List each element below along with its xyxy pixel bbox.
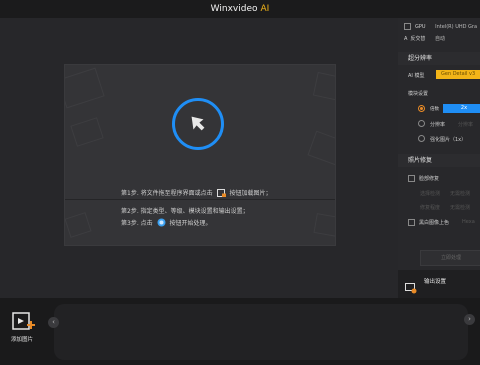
face-repair-checkbox[interactable] — [408, 175, 415, 182]
resolution-value[interactable]: 分辨率 — [458, 121, 473, 128]
output-settings-panel[interactable]: 输出设置 — [398, 270, 480, 298]
repair-level-label: 修复程度 — [420, 205, 441, 211]
app-title-ai: AI — [260, 4, 270, 14]
resolution-label: 分辨率 — [430, 122, 446, 128]
backend-icon: A — [404, 36, 408, 42]
gpu-checkbox[interactable] — [404, 23, 411, 30]
colorize-value[interactable]: Hexa — [462, 219, 475, 225]
ai-model-select[interactable]: Gen Detail v3 — [436, 70, 480, 79]
app-title: Winxvideo — [210, 4, 258, 14]
resolution-radio[interactable] — [418, 120, 425, 127]
thumbnail-track[interactable] — [54, 304, 468, 360]
output-settings-label: 输出设置 — [424, 279, 447, 285]
bottom-strip: 添加图片 ‹ › — [0, 298, 480, 365]
colorize-row[interactable]: 黑白图像上色 — [408, 219, 449, 226]
detect-value[interactable]: 无需检测 — [450, 190, 470, 197]
repair-header: 照片修复 — [398, 154, 480, 167]
backend-value[interactable]: 自动 — [435, 36, 445, 42]
scale-2x-button[interactable]: 2x — [443, 104, 480, 113]
face-repair-row[interactable]: 脸部修复 — [408, 175, 439, 182]
decor-photo-icon — [313, 213, 335, 237]
output-settings-icon — [405, 279, 417, 298]
backend-row[interactable]: A 反交替 自动 — [404, 35, 445, 42]
detect-label: 选择检测 — [420, 191, 441, 197]
repair-level-value[interactable]: 无需检测 — [450, 204, 470, 211]
scale-label: 倍数 — [430, 107, 439, 112]
instruction-step-2: 第2步. 指定类型、等级、模块设置和输出设置； — [121, 208, 249, 215]
ai-model-label: AI 模型 — [408, 73, 425, 79]
backend-label: 反交替 — [410, 36, 426, 42]
gpu-row[interactable]: GPU Intel(R) UHD Gra — [404, 23, 477, 30]
upload-cursor-icon[interactable] — [172, 98, 224, 150]
scale-radio[interactable] — [418, 105, 425, 112]
title-bar: Winxvideo AI — [0, 0, 480, 18]
add-image-icon — [12, 312, 36, 336]
enhance-radio[interactable] — [418, 135, 425, 142]
add-image-button[interactable] — [12, 312, 36, 336]
colorize-label: 黑白图像上色 — [419, 220, 450, 226]
face-repair-label: 脸部修复 — [419, 176, 440, 182]
instruction-step-1: 第1步. 将文件拖至程序界面或点击 按钮加载图片； — [121, 188, 272, 199]
next-button[interactable]: › — [464, 314, 475, 325]
process-button-disabled[interactable]: 立即处理 — [420, 250, 480, 266]
decor-photo-icon — [307, 130, 335, 166]
colorize-checkbox[interactable] — [408, 219, 415, 226]
drop-zone[interactable]: 第1步. 将文件拖至程序界面或点击 按钮加载图片； 第2步. 指定类型、等级、模… — [64, 64, 336, 246]
settings-sidebar: GPU Intel(R) UHD Gra A 反交替 自动 超分辨率 AI 模型 … — [398, 18, 480, 298]
add-image-label: 添加图片 — [11, 337, 34, 343]
add-photo-icon — [216, 188, 226, 199]
decor-photo-icon — [312, 71, 335, 103]
gpu-label: GPU — [415, 24, 426, 30]
prev-button[interactable]: ‹ — [48, 317, 59, 328]
run-button-icon — [157, 218, 166, 229]
step1-text-end: 按钮加载图片； — [229, 190, 272, 197]
decor-photo-icon — [65, 212, 92, 238]
step3-text-end: 按钮开始处理。 — [169, 220, 212, 227]
step1-text: 第1步. 将文件拖至程序界面或点击 — [121, 190, 213, 197]
gpu-value[interactable]: Intel(R) UHD Gra — [435, 24, 477, 30]
workspace: 第1步. 将文件拖至程序界面或点击 按钮加载图片； 第2步. 指定类型、等级、模… — [0, 18, 398, 298]
decor-photo-icon — [65, 67, 105, 109]
module-label: 模块设置 — [408, 91, 429, 97]
decor-photo-icon — [70, 117, 104, 147]
enhance-label: 强化图片（1x） — [430, 137, 467, 143]
divider — [65, 199, 335, 200]
step3-text: 第3步. 点击 — [121, 220, 153, 227]
instruction-step-3: 第3步. 点击 按钮开始处理。 — [121, 218, 212, 229]
upscale-header: 超分辨率 — [398, 52, 480, 65]
